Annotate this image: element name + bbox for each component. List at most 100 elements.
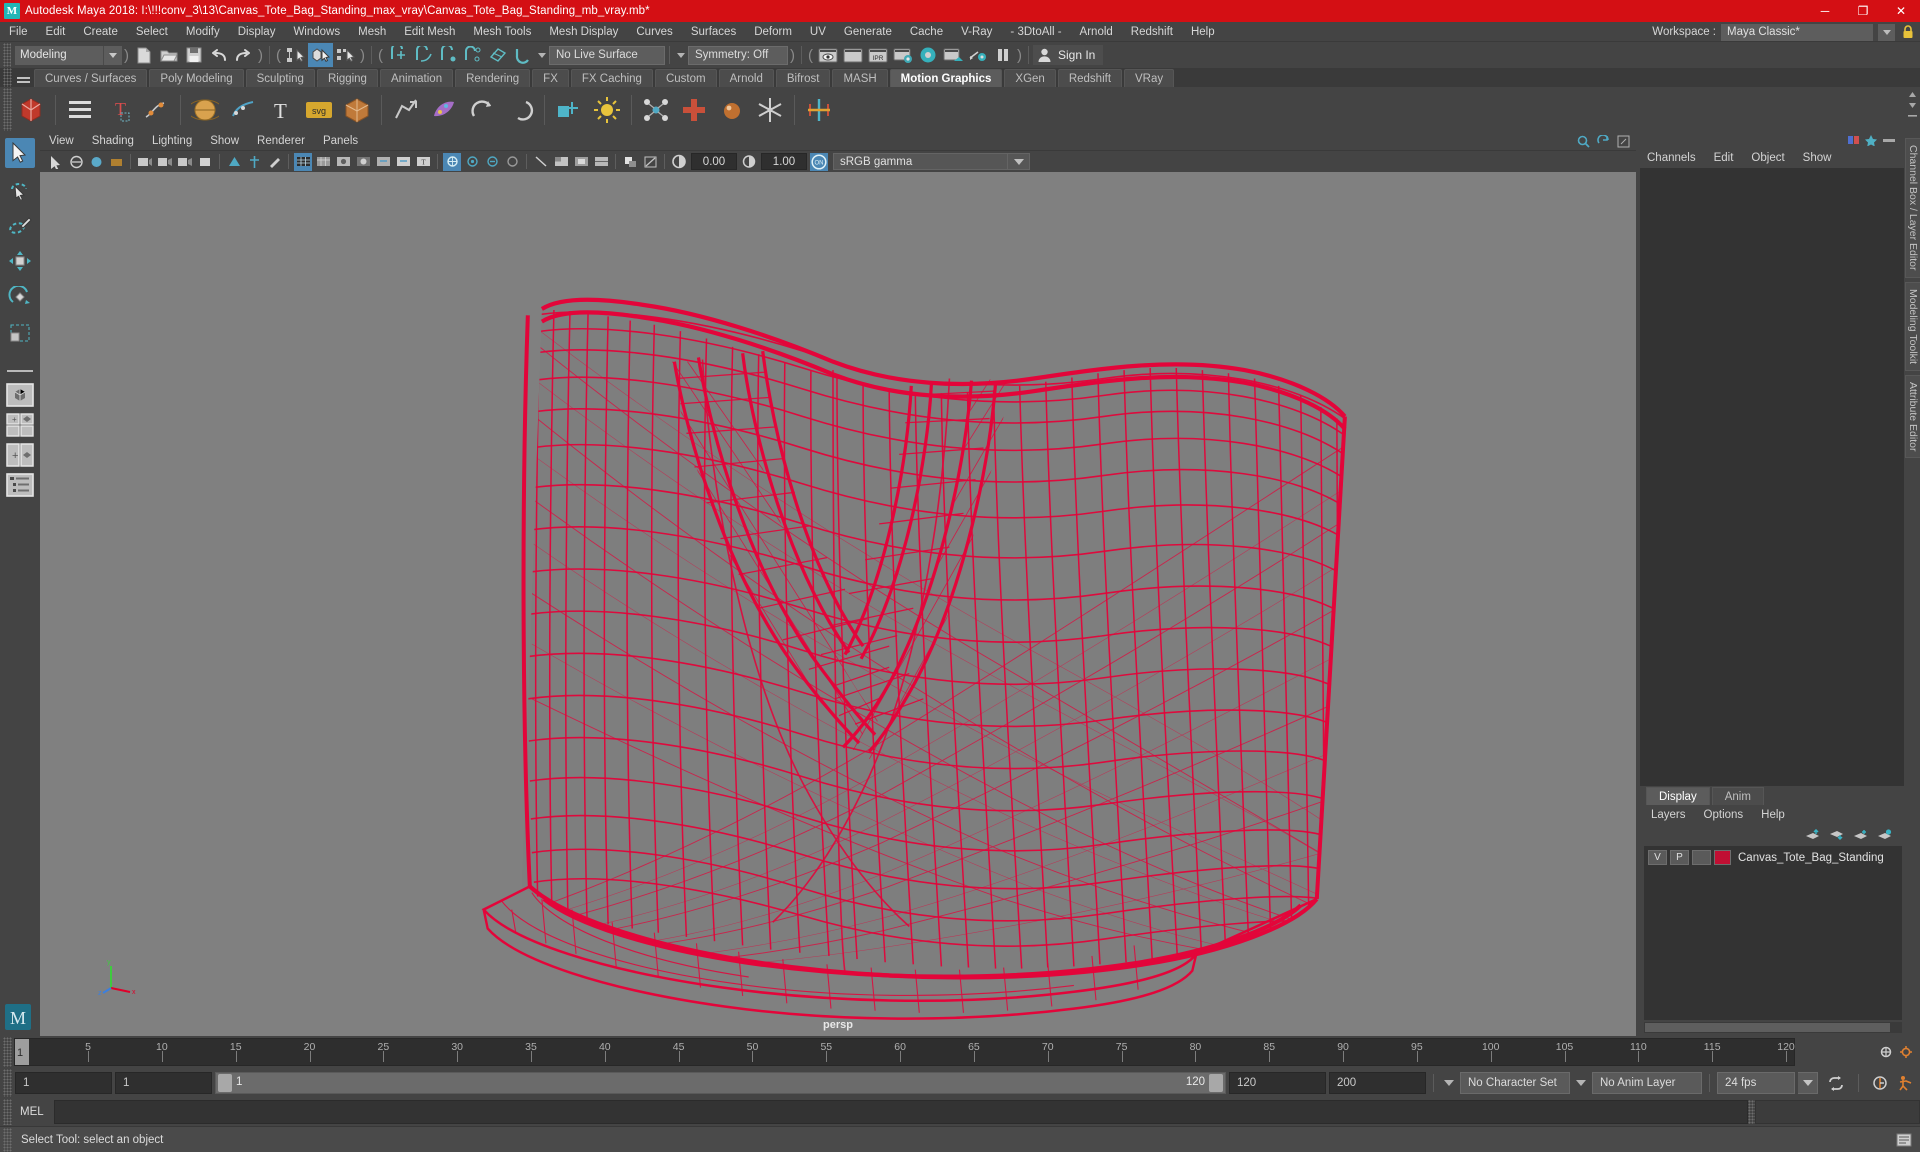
time-slider[interactable]: 1 51015202530354045505560657075808590951… (14, 1038, 1795, 1066)
sign-in-button[interactable]: Sign In (1033, 45, 1103, 65)
workspace-lock-icon[interactable] (1900, 24, 1916, 40)
channelbox-menu-object[interactable]: Object (1742, 148, 1793, 168)
select-tool[interactable] (5, 138, 35, 168)
menu-redshift[interactable]: Redshift (1122, 22, 1182, 42)
shelf-tab-mash[interactable]: MASH (832, 69, 887, 87)
mel-command-input[interactable] (54, 1100, 1748, 1124)
layer-tab-anim[interactable]: Anim (1712, 787, 1764, 805)
shelf-menu-icon[interactable] (12, 68, 34, 87)
new-scene-icon[interactable] (131, 43, 156, 67)
mash-extrude-icon[interactable] (551, 91, 587, 129)
animation-start-time-field[interactable]: 1 (15, 1072, 112, 1094)
snap-to-view-plane-icon[interactable] (485, 43, 510, 67)
layer-color-swatch[interactable] (1714, 850, 1731, 865)
display-layer-list[interactable]: V P Canvas_Tote_Bag_Standing (1644, 846, 1902, 1020)
motion-blur-icon[interactable] (463, 153, 481, 171)
save-scene-icon[interactable] (181, 43, 206, 67)
outliner-persp-layout-icon[interactable] (6, 472, 34, 498)
range-slider-start-handle[interactable] (218, 1074, 232, 1092)
shelf-tab-poly-modeling[interactable]: Poly Modeling (149, 69, 243, 87)
smooth-shade-icon[interactable] (314, 153, 332, 171)
single-perspective-layout-icon[interactable] (6, 382, 34, 408)
toggle-editor-icon[interactable] (965, 43, 990, 67)
snap-to-projected-center-icon[interactable] (460, 43, 485, 67)
menuset-dropdown[interactable]: Modeling (15, 46, 103, 65)
image-plane-icon[interactable] (136, 153, 154, 171)
gamma-toggle-icon[interactable] (641, 153, 659, 171)
animation-end-time-field[interactable]: 200 (1329, 1072, 1426, 1094)
viewport-menu-shading[interactable]: Shading (83, 132, 143, 151)
two-d-pan-zoom-icon[interactable] (156, 153, 174, 171)
gamma-value-field[interactable]: 1.00 (761, 153, 807, 170)
undo-icon[interactable] (206, 43, 231, 67)
menu-curves[interactable]: Curves (627, 22, 681, 42)
help-line-grip-handle[interactable] (3, 1128, 12, 1152)
shadows-icon[interactable]: T (414, 153, 432, 171)
bounding-box-icon[interactable] (354, 153, 372, 171)
exposure-control-icon[interactable] (670, 153, 688, 171)
minimize-button[interactable]: ─ (1806, 0, 1844, 22)
menu-display[interactable]: Display (229, 22, 285, 42)
menu-mesh[interactable]: Mesh (349, 22, 395, 42)
snap-options-arrow-icon[interactable] (535, 46, 549, 65)
mash-network-icon[interactable] (13, 91, 49, 129)
time-slider-cursor[interactable]: 1 (15, 1039, 29, 1065)
open-scene-icon[interactable] (156, 43, 181, 67)
statusbar-grip-handle[interactable] (3, 43, 11, 67)
snap-magnet-icon[interactable] (510, 43, 535, 67)
symmetry-field[interactable]: Symmetry: Off (688, 46, 788, 65)
bookmarks-icon[interactable] (107, 153, 125, 171)
shelf-tab-redshift[interactable]: Redshift (1058, 69, 1122, 87)
render-setup-icon[interactable] (940, 43, 965, 67)
mash-curl-icon[interactable] (502, 91, 538, 129)
vtab-channel-box-layer-editor[interactable]: Channel Box / Layer Editor (1905, 138, 1920, 278)
render-region-icon[interactable] (840, 43, 865, 67)
screen-space-ao-icon[interactable] (443, 153, 461, 171)
lasso-select-tool[interactable] (5, 174, 35, 204)
snap-to-grid-icon[interactable] (385, 43, 410, 67)
mash-type-icon[interactable]: T (263, 91, 299, 129)
loop-playback-icon[interactable] (1827, 1076, 1845, 1091)
animation-preferences-icon[interactable] (1898, 1045, 1914, 1059)
shelf-tab-sculpting[interactable]: Sculpting (246, 69, 315, 87)
menu-edit-mesh[interactable]: Edit Mesh (395, 22, 464, 42)
anim-layer-field[interactable]: No Anim Layer (1592, 1072, 1702, 1094)
mash-orbit-icon[interactable] (464, 91, 500, 129)
animation-preferences-window-icon[interactable] (1897, 1075, 1915, 1091)
command-response-field[interactable] (1755, 1100, 1920, 1124)
exposure-icon[interactable] (621, 153, 639, 171)
resolution-gate-icon[interactable] (196, 153, 214, 171)
menu-windows[interactable]: Windows (284, 22, 349, 42)
shelf-tab-fx-caching[interactable]: FX Caching (571, 69, 653, 87)
shelf-scroll-controls[interactable] (1906, 90, 1918, 121)
live-surface-field[interactable]: No Live Surface (549, 46, 665, 65)
textured-icon[interactable] (374, 153, 392, 171)
shelf-grip-handle[interactable] (3, 68, 12, 87)
character-set-field[interactable]: No Character Set (1460, 1072, 1570, 1094)
mash-svg-icon[interactable]: svg (301, 91, 337, 129)
panel-refresh-icon[interactable] (1597, 135, 1610, 148)
color-management-icon[interactable]: ON (810, 153, 828, 171)
paint-select-tool[interactable] (5, 210, 35, 240)
playback-end-time-field[interactable]: 120 (1229, 1072, 1326, 1094)
channelbox-menu-show[interactable]: Show (1794, 148, 1841, 168)
layer-menu-layers[interactable]: Layers (1642, 805, 1695, 825)
exposure-value-field[interactable]: 0.00 (691, 153, 737, 170)
lights-icon[interactable] (394, 153, 412, 171)
attribute-editor-toggle-icon[interactable] (1865, 135, 1877, 146)
four-view-layout-icon[interactable]: + (6, 412, 34, 438)
menu-modify[interactable]: Modify (177, 22, 229, 42)
shelf-tab-arnold[interactable]: Arnold (719, 69, 774, 87)
depth-peel-icon[interactable] (503, 153, 521, 171)
mash-molecule-icon[interactable] (638, 91, 674, 129)
shelf-tab-vray[interactable]: VRay (1124, 69, 1174, 87)
mash-trails-icon[interactable] (225, 91, 261, 129)
xray-icon[interactable] (245, 153, 263, 171)
menu-vray[interactable]: V-Ray (952, 22, 1001, 42)
new-layer-icon[interactable] (1853, 829, 1868, 841)
menu-generate[interactable]: Generate (835, 22, 901, 42)
shelf-tab-custom[interactable]: Custom (655, 69, 717, 87)
channelbox-menu-edit[interactable]: Edit (1705, 148, 1743, 168)
anim-layer-arrow-icon[interactable] (1573, 1072, 1589, 1094)
playback-speed-field[interactable]: 24 fps (1717, 1072, 1795, 1094)
